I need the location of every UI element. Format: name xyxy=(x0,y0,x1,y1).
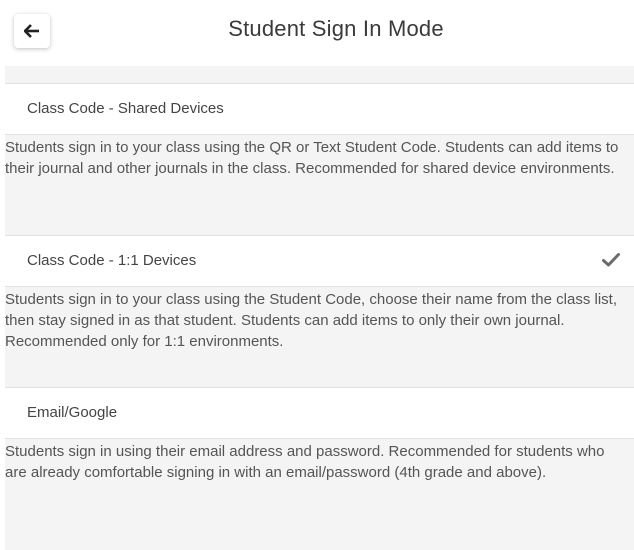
option-one-to-one-devices: Class Code - 1:1 Devices Students sign i… xyxy=(5,235,634,352)
option-row-email-google[interactable]: Email/Google xyxy=(5,387,634,439)
page-title: Student Sign In Mode xyxy=(228,16,444,41)
option-description: Students sign in to your class using the… xyxy=(5,139,619,177)
option-label: Class Code - 1:1 Devices xyxy=(27,252,197,269)
sign-in-mode-list: Class Code - Shared Devices Students sig… xyxy=(5,66,634,550)
option-row-shared-devices[interactable]: Class Code - Shared Devices xyxy=(5,83,634,135)
option-email-google: Email/Google Students sign in using thei… xyxy=(5,387,634,483)
option-shared-devices: Class Code - Shared Devices Students sig… xyxy=(5,83,634,179)
option-label: Email/Google xyxy=(27,404,118,421)
option-label: Class Code - Shared Devices xyxy=(27,100,224,117)
header: Student Sign In Mode xyxy=(0,0,634,66)
checkmark-icon xyxy=(602,253,620,272)
option-description: Students sign in to your class using the… xyxy=(5,291,617,350)
option-description: Students sign in using their email addre… xyxy=(5,443,605,481)
option-row-one-to-one-devices[interactable]: Class Code - 1:1 Devices xyxy=(5,235,634,287)
